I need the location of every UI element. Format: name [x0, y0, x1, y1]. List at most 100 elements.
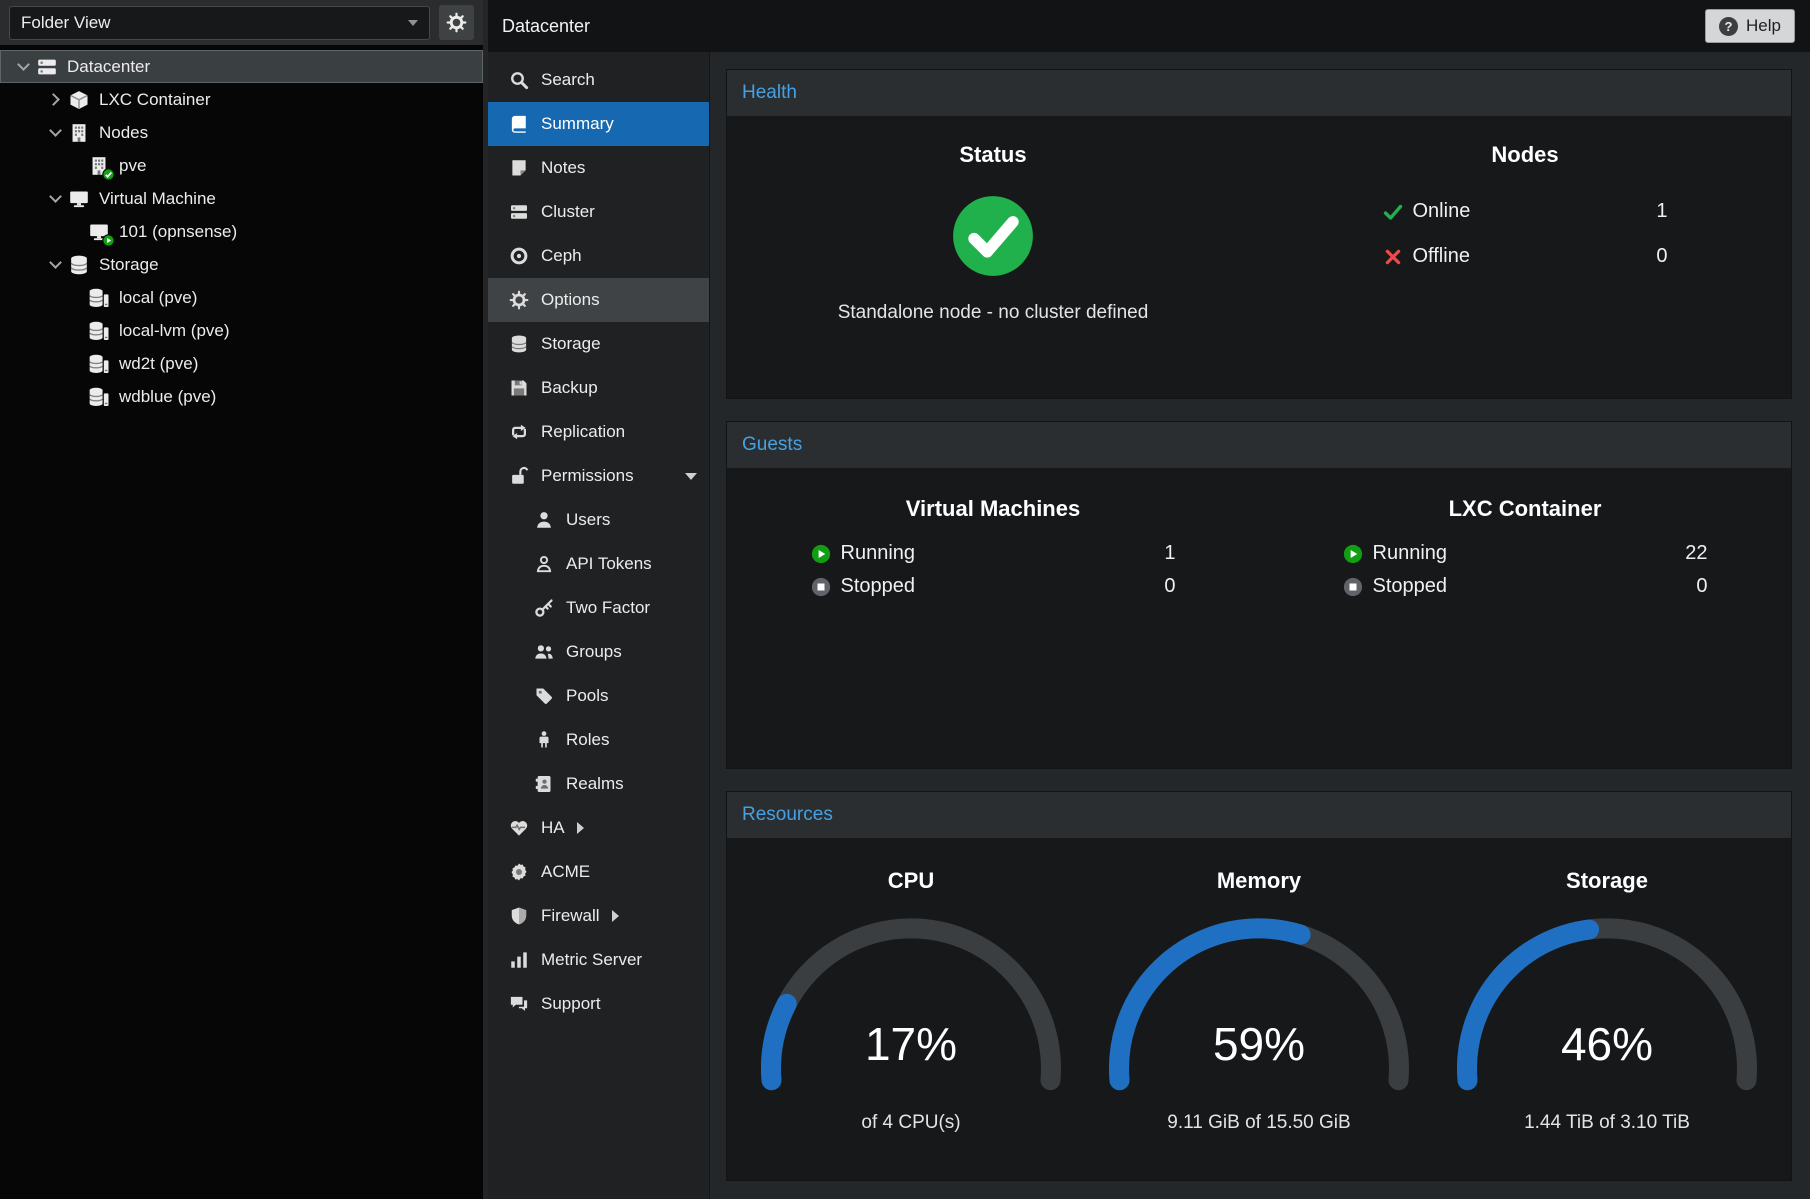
- nodes-section: Nodes Online 1 Offline 0: [1259, 142, 1791, 398]
- menu-item-label: Permissions: [541, 466, 634, 486]
- chevron-down-icon: [685, 473, 697, 480]
- menu-item-roles[interactable]: Roles: [488, 718, 709, 762]
- check-icon: [1383, 202, 1403, 222]
- menu-item-replication[interactable]: Replication: [488, 410, 709, 454]
- check-circle-icon: [951, 194, 1035, 278]
- help-label: Help: [1746, 16, 1781, 36]
- gauge-title: Memory: [1217, 868, 1301, 894]
- tree-expander-icon[interactable]: [46, 90, 66, 110]
- resource-gauge-memory: Memory59%9.11 GiB of 15.50 GiB: [1085, 868, 1433, 1134]
- menu-item-notes[interactable]: Notes: [488, 146, 709, 190]
- view-mode-select[interactable]: Folder View: [9, 6, 430, 40]
- menu-item-ha[interactable]: HA: [488, 806, 709, 850]
- gear-icon: [509, 290, 529, 310]
- menu-item-api-tokens[interactable]: API Tokens: [488, 542, 709, 586]
- menu-item-label: API Tokens: [566, 554, 652, 574]
- tree-expander-icon[interactable]: [46, 255, 66, 275]
- tree-expander-icon[interactable]: [14, 57, 34, 77]
- menu-item-pools[interactable]: Pools: [488, 674, 709, 718]
- menu-item-metric-server[interactable]: Metric Server: [488, 938, 709, 982]
- view-mode-value: Folder View: [21, 13, 110, 33]
- vm-rows: Running 1 Stopped 0: [811, 542, 1176, 598]
- help-button[interactable]: ? Help: [1705, 9, 1795, 43]
- resources-panel-title: Resources: [727, 792, 1791, 838]
- tree-item-wd2t-pve[interactable]: wd2t (pve): [0, 347, 483, 380]
- tree-settings-button[interactable]: [439, 5, 474, 40]
- menu-item-two-factor[interactable]: Two Factor: [488, 586, 709, 630]
- gauge-detail: 9.11 GiB of 15.50 GiB: [1167, 1112, 1350, 1134]
- menu-item-firewall[interactable]: Firewall: [488, 894, 709, 938]
- menu-item-support[interactable]: Support: [488, 982, 709, 1026]
- menu-item-users[interactable]: Users: [488, 498, 709, 542]
- tree-item-storage[interactable]: Storage: [0, 248, 483, 281]
- offline-label: Offline: [1413, 245, 1470, 268]
- tree-expander-spacer: [66, 288, 86, 308]
- tree-item-local-pve[interactable]: local (pve): [0, 281, 483, 314]
- tree-expander-icon[interactable]: [46, 123, 66, 143]
- gauge-percent: 17%: [865, 1018, 957, 1070]
- certificate-icon: [509, 862, 529, 882]
- tree-item-label: wd2t (pve): [119, 354, 198, 374]
- db-drive-icon: [88, 287, 110, 309]
- menu-item-ceph[interactable]: Ceph: [488, 234, 709, 278]
- menu-item-backup[interactable]: Backup: [488, 366, 709, 410]
- tree-item-nodes[interactable]: Nodes: [0, 116, 483, 149]
- menu-item-summary[interactable]: Summary: [488, 102, 709, 146]
- lxc-running-value: 22: [1685, 542, 1707, 565]
- top-header: Datacenter ? Help: [488, 0, 1810, 52]
- question-icon: ?: [1719, 17, 1738, 36]
- stop-icon: [811, 577, 831, 597]
- menu-item-label: Backup: [541, 378, 598, 398]
- content: Health Status Standalone node - no clust…: [710, 52, 1810, 1199]
- tree-item-pve[interactable]: pve: [0, 149, 483, 182]
- menu-item-realms[interactable]: Realms: [488, 762, 709, 806]
- tree-item-datacenter[interactable]: Datacenter: [0, 50, 483, 83]
- lxc-stopped-label: Stopped: [1373, 575, 1448, 598]
- chart-icon: [509, 950, 529, 970]
- menu-item-groups[interactable]: Groups: [488, 630, 709, 674]
- gauge-detail: 1.44 TiB of 3.10 TiB: [1524, 1112, 1690, 1134]
- resource-gauge-storage: Storage46%1.44 TiB of 3.10 TiB: [1433, 868, 1781, 1134]
- tree-expander-spacer: [66, 387, 86, 407]
- menu-item-label: HA: [541, 818, 565, 838]
- menu-item-cluster[interactable]: Cluster: [488, 190, 709, 234]
- menu-item-label: Groups: [566, 642, 622, 662]
- building-icon: [68, 122, 90, 144]
- chevron-right-icon: [577, 822, 697, 834]
- guests-panel-body: Virtual Machines Running 1 Stopped: [727, 468, 1791, 768]
- tree-item-local-lvm-pve[interactable]: local-lvm (pve): [0, 314, 483, 347]
- tree-expander-icon[interactable]: [46, 189, 66, 209]
- menu-item-search[interactable]: Search: [488, 58, 709, 102]
- lxc-running-label: Running: [1373, 542, 1448, 565]
- menu-item-label: Ceph: [541, 246, 582, 266]
- comments-icon: [509, 994, 529, 1014]
- vm-running-label: Running: [841, 542, 916, 565]
- tree-item-virtual-machine[interactable]: Virtual Machine: [0, 182, 483, 215]
- menu-item-label: Options: [541, 290, 600, 310]
- menu-item-permissions[interactable]: Permissions: [488, 454, 709, 498]
- tree-expander-spacer: [66, 222, 86, 242]
- db-drive-icon: [88, 353, 110, 375]
- lxc-stopped-value: 0: [1696, 575, 1707, 598]
- ceph-icon: [509, 246, 529, 266]
- health-panel-body: Status Standalone node - no cluster defi…: [727, 116, 1791, 398]
- menu-item-acme[interactable]: ACME: [488, 850, 709, 894]
- menu-item-storage[interactable]: Storage: [488, 322, 709, 366]
- gauge-detail: of 4 CPU(s): [861, 1112, 960, 1134]
- online-label: Online: [1413, 200, 1471, 223]
- menu-item-options[interactable]: Options: [488, 278, 709, 322]
- tree-toolbar: Folder View: [0, 0, 483, 45]
- nodes-online-row: Online 1: [1383, 200, 1668, 223]
- vm-heading: Virtual Machines: [906, 496, 1080, 522]
- monitor-icon: [88, 221, 110, 243]
- menu-item-label: Replication: [541, 422, 625, 442]
- tree-item-label: local-lvm (pve): [119, 321, 230, 341]
- nodes-heading: Nodes: [1491, 142, 1558, 168]
- tree-expander-spacer: [66, 156, 86, 176]
- resources-panel: Resources CPU17%of 4 CPU(s)Memory59%9.11…: [726, 791, 1792, 1181]
- tree-item-101-opnsense[interactable]: 101 (opnsense): [0, 215, 483, 248]
- tree-item-wdblue-pve[interactable]: wdblue (pve): [0, 380, 483, 413]
- menu-item-label: ACME: [541, 862, 590, 882]
- menu-item-label: Roles: [566, 730, 609, 750]
- tree-item-lxc-container[interactable]: LXC Container: [0, 83, 483, 116]
